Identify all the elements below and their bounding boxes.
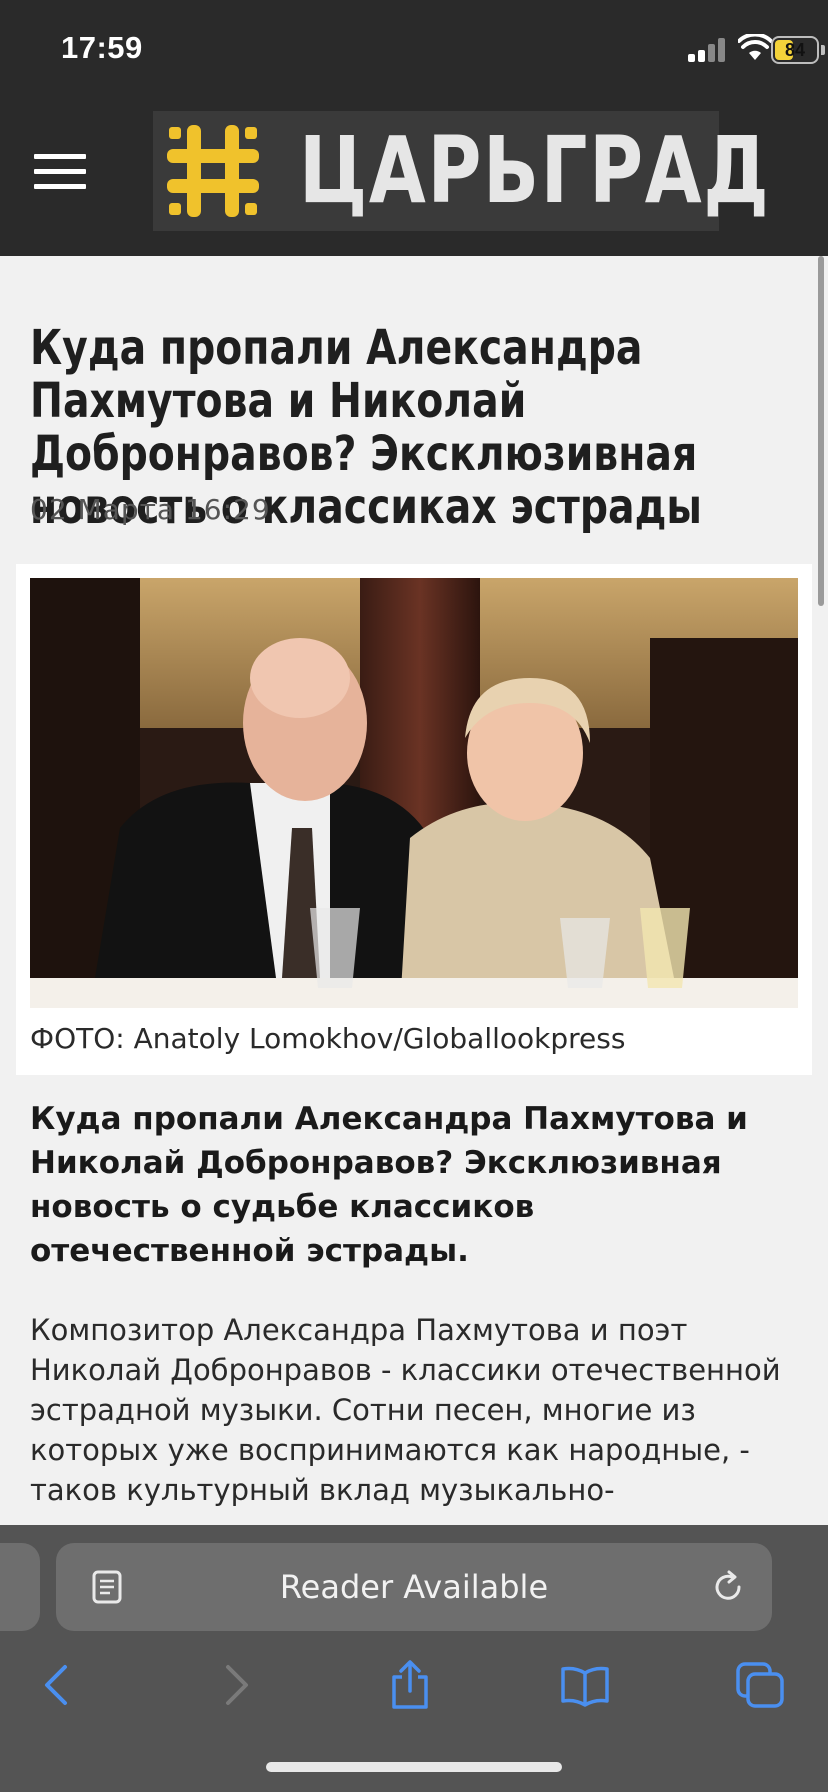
- battery-icon: 84: [771, 36, 819, 64]
- back-icon: [45, 1665, 67, 1705]
- article-photo[interactable]: [30, 578, 798, 1008]
- scrollbar[interactable]: [818, 256, 824, 606]
- article-lead: Куда пропали Александра Пахмутова и Нико…: [30, 1101, 748, 1269]
- status-time: 17:59: [61, 30, 143, 65]
- hamburger-menu-icon[interactable]: [34, 154, 86, 190]
- battery-percent: 84: [784, 39, 806, 60]
- logo-mark-icon: [167, 125, 259, 217]
- logo-text: ЦАРЬГРАД: [299, 117, 771, 224]
- share-icon: [392, 1660, 428, 1709]
- article-date: 02 Марта 16:29: [30, 493, 271, 526]
- article-body: Композитор Александра Пахмутова и поэт Н…: [30, 1313, 781, 1507]
- share-button[interactable]: [378, 1653, 442, 1717]
- article-photo-card: ФОТО: Anatoly Lomokhov/Globallookpress: [16, 564, 812, 1075]
- photo-illustration: [30, 578, 798, 1008]
- wifi-icon: [738, 34, 772, 60]
- address-bar[interactable]: Reader Available: [56, 1543, 772, 1631]
- bookmarks-button[interactable]: [553, 1653, 617, 1717]
- previous-tab-peek[interactable]: [0, 1543, 40, 1631]
- battery-nub: [821, 45, 825, 55]
- site-logo[interactable]: ЦАРЬГРАД: [153, 111, 769, 231]
- back-button[interactable]: [25, 1653, 89, 1717]
- tabs-button[interactable]: [728, 1653, 792, 1717]
- top-bar: 17:59 84 ЦАРЬГРАД: [0, 0, 828, 256]
- home-indicator[interactable]: [266, 1762, 562, 1772]
- address-text: Reader Available: [279, 1568, 549, 1606]
- bookmarks-icon: [561, 1666, 609, 1707]
- browser-toolbar: Reader Available: [0, 1525, 828, 1792]
- photo-caption: ФОТО: Anatoly Lomokhov/Globallookpress: [30, 1022, 626, 1055]
- forward-button[interactable]: [204, 1653, 268, 1717]
- tabs-icon: [736, 1662, 784, 1708]
- signal-icon: [688, 38, 728, 62]
- status-icons: 84: [628, 0, 828, 90]
- reload-icon[interactable]: [710, 1569, 746, 1605]
- forward-icon: [226, 1665, 248, 1705]
